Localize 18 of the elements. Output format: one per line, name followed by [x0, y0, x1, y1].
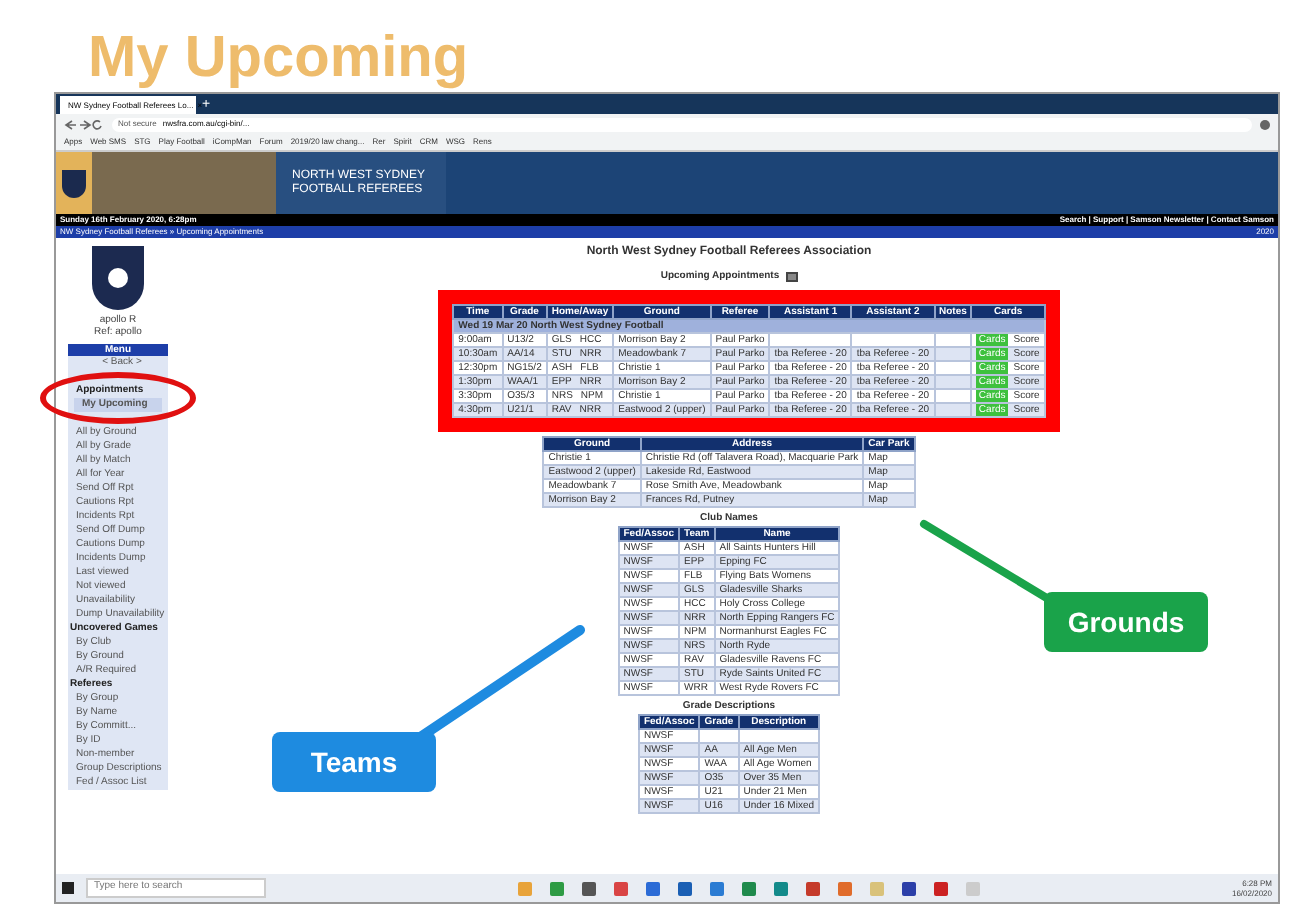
- profile-icon[interactable]: [1260, 119, 1270, 129]
- taskbar-app-icon[interactable]: [677, 881, 692, 895]
- taskbar-app-icon[interactable]: [645, 881, 660, 895]
- taskbar-app-icon[interactable]: [741, 881, 756, 895]
- club-logo-icon: [92, 246, 144, 310]
- taskbar-app-icon[interactable]: [709, 881, 724, 895]
- taskbar-app-icon[interactable]: [805, 881, 820, 895]
- logo-icon: [56, 152, 92, 214]
- taskbar-app-icon[interactable]: [613, 881, 628, 895]
- taskbar-app-icon[interactable]: [773, 881, 788, 895]
- printer-icon[interactable]: [785, 272, 798, 283]
- page-title: My Upcoming: [88, 30, 469, 88]
- callout-label: Teams: [272, 732, 436, 792]
- nav-arrows-icon[interactable]: [64, 119, 104, 129]
- taskbar-app-icon[interactable]: [933, 881, 948, 895]
- taskbar-app-icon[interactable]: [581, 881, 596, 895]
- callout-label: Grounds: [1044, 592, 1208, 652]
- taskbar-app-icon[interactable]: [901, 881, 916, 895]
